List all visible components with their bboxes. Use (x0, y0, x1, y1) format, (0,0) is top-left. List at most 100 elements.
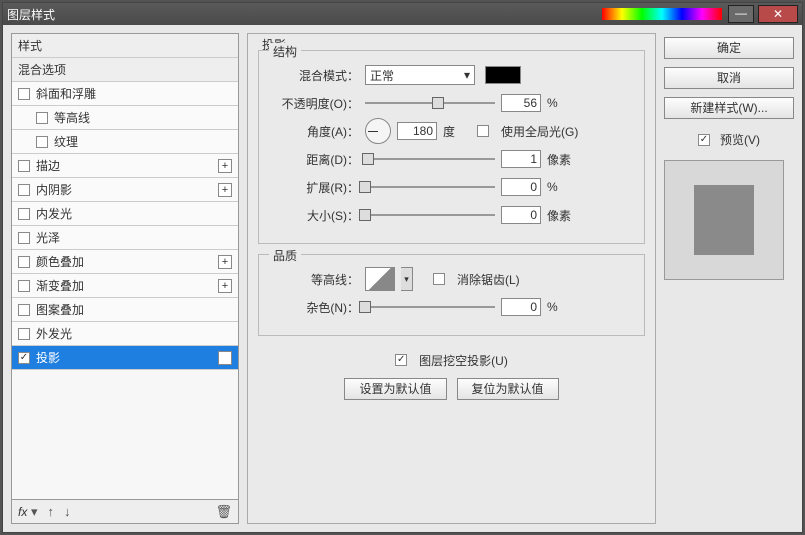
preview-checkbox[interactable] (698, 134, 710, 146)
spread-slider[interactable] (365, 180, 495, 194)
style-item-label: 图案叠加 (36, 301, 84, 318)
chevron-down-icon: ▾ (464, 68, 470, 82)
list-header-styles[interactable]: 样式 (12, 34, 238, 58)
style-item-checkbox[interactable] (36, 112, 48, 124)
style-item-1[interactable]: 等高线 (12, 106, 238, 130)
style-item-checkbox[interactable] (18, 304, 30, 316)
angle-dial[interactable] (365, 118, 391, 144)
dialog-buttons-panel: 确定 取消 新建样式(W)... 预览(V) (664, 33, 794, 524)
global-light-checkbox[interactable] (477, 125, 489, 137)
style-item-label: 等高线 (54, 109, 90, 126)
list-header-blending[interactable]: 混合选项 (12, 58, 238, 82)
add-effect-icon[interactable]: + (218, 279, 232, 293)
opacity-label: 不透明度(O)： (269, 95, 359, 112)
fx-menu-icon[interactable]: fx ▾ (18, 504, 37, 520)
quality-fieldset: 品质 等高线： ▾ 消除锯齿(L) 杂色(N)： 0 % (258, 254, 645, 336)
style-item-2[interactable]: 纹理 (12, 130, 238, 154)
contour-label: 等高线： (269, 271, 359, 288)
structure-legend: 结构 (269, 43, 301, 60)
style-item-checkbox[interactable] (18, 160, 30, 172)
style-item-checkbox[interactable] (18, 280, 30, 292)
style-item-label: 渐变叠加 (36, 277, 84, 294)
contour-dropdown[interactable]: ▾ (401, 267, 413, 291)
style-item-7[interactable]: 颜色叠加 + (12, 250, 238, 274)
global-light-label: 使用全局光(G) (501, 123, 578, 140)
angle-label: 角度(A)： (269, 123, 359, 140)
add-effect-icon[interactable]: + (218, 183, 232, 197)
style-item-label: 内发光 (36, 205, 72, 222)
spread-label: 扩展(R)： (269, 179, 359, 196)
minimize-button[interactable]: — (728, 5, 754, 23)
style-item-checkbox[interactable] (18, 232, 30, 244)
style-item-checkbox[interactable] (18, 256, 30, 268)
antialias-checkbox[interactable] (433, 273, 445, 285)
move-up-icon[interactable]: ↑ (47, 504, 54, 519)
shadow-color-swatch[interactable] (485, 66, 521, 84)
styles-toolbar: fx ▾ ↑ ↓ 🗑 (11, 500, 239, 524)
antialias-label: 消除锯齿(L) (457, 271, 520, 288)
noise-slider[interactable] (365, 300, 495, 314)
cancel-button[interactable]: 取消 (664, 67, 794, 89)
move-down-icon[interactable]: ↓ (64, 504, 71, 519)
style-item-5[interactable]: 内发光 (12, 202, 238, 226)
add-effect-icon[interactable]: + (218, 351, 232, 365)
knockout-checkbox[interactable] (395, 354, 407, 366)
style-item-11[interactable]: 投影 + (12, 346, 238, 370)
titlebar[interactable]: 图层样式 — ✕ (3, 3, 802, 25)
size-label: 大小(S)： (269, 207, 359, 224)
layer-style-dialog: 图层样式 — ✕ 样式 混合选项 斜面和浮雕等高线纹理描边 + 内阴影 + 内发光光泽颜… (2, 2, 803, 533)
new-style-button[interactable]: 新建样式(W)... (664, 97, 794, 119)
knockout-label: 图层挖空投影(U) (419, 352, 508, 369)
style-item-label: 纹理 (54, 133, 78, 150)
close-button[interactable]: ✕ (758, 5, 798, 23)
style-item-checkbox[interactable] (36, 136, 48, 148)
add-effect-icon[interactable]: + (218, 255, 232, 269)
color-ramp (602, 8, 722, 20)
size-input[interactable]: 0 (501, 206, 541, 224)
preview-box (664, 160, 784, 280)
style-item-label: 斜面和浮雕 (36, 85, 96, 102)
style-item-9[interactable]: 图案叠加 (12, 298, 238, 322)
style-item-label: 描边 (36, 157, 60, 174)
style-item-checkbox[interactable] (18, 352, 30, 364)
quality-legend: 品质 (269, 247, 301, 264)
noise-label: 杂色(N)： (269, 299, 359, 316)
style-item-label: 内阴影 (36, 181, 72, 198)
spread-input[interactable]: 0 (501, 178, 541, 196)
add-effect-icon[interactable]: + (218, 159, 232, 173)
effect-settings-panel: 投影 结构 混合模式： 正常▾ 不透明度(O)： 56 % 角度(A)： (247, 33, 656, 524)
styles-list: 样式 混合选项 斜面和浮雕等高线纹理描边 + 内阴影 + 内发光光泽颜色叠加 + 渐变叠加 +… (11, 33, 239, 500)
noise-input[interactable]: 0 (501, 298, 541, 316)
style-item-label: 投影 (36, 349, 60, 366)
blend-mode-label: 混合模式： (269, 67, 359, 84)
distance-label: 距离(D)： (269, 151, 359, 168)
angle-input[interactable]: 180 (397, 122, 437, 140)
contour-picker[interactable] (365, 267, 395, 291)
size-slider[interactable] (365, 208, 495, 222)
distance-slider[interactable] (365, 152, 495, 166)
style-item-checkbox[interactable] (18, 88, 30, 100)
opacity-slider[interactable] (365, 96, 495, 110)
structure-fieldset: 结构 混合模式： 正常▾ 不透明度(O)： 56 % 角度(A)： 180 度 (258, 50, 645, 244)
style-item-4[interactable]: 内阴影 + (12, 178, 238, 202)
style-item-checkbox[interactable] (18, 328, 30, 340)
window-title: 图层样式 (7, 6, 602, 23)
style-item-checkbox[interactable] (18, 184, 30, 196)
blend-mode-select[interactable]: 正常▾ (365, 65, 475, 85)
style-item-10[interactable]: 外发光 (12, 322, 238, 346)
style-item-8[interactable]: 渐变叠加 + (12, 274, 238, 298)
opacity-input[interactable]: 56 (501, 94, 541, 112)
distance-input[interactable]: 1 (501, 150, 541, 168)
style-item-3[interactable]: 描边 + (12, 154, 238, 178)
trash-icon[interactable]: 🗑 (215, 504, 232, 520)
style-item-label: 颜色叠加 (36, 253, 84, 270)
preview-swatch (694, 185, 754, 255)
reset-default-button[interactable]: 复位为默认值 (457, 378, 559, 400)
ok-button[interactable]: 确定 (664, 37, 794, 59)
set-default-button[interactable]: 设置为默认值 (344, 378, 446, 400)
preview-label: 预览(V) (720, 131, 760, 148)
style-item-label: 光泽 (36, 229, 60, 246)
style-item-checkbox[interactable] (18, 208, 30, 220)
style-item-6[interactable]: 光泽 (12, 226, 238, 250)
style-item-0[interactable]: 斜面和浮雕 (12, 82, 238, 106)
